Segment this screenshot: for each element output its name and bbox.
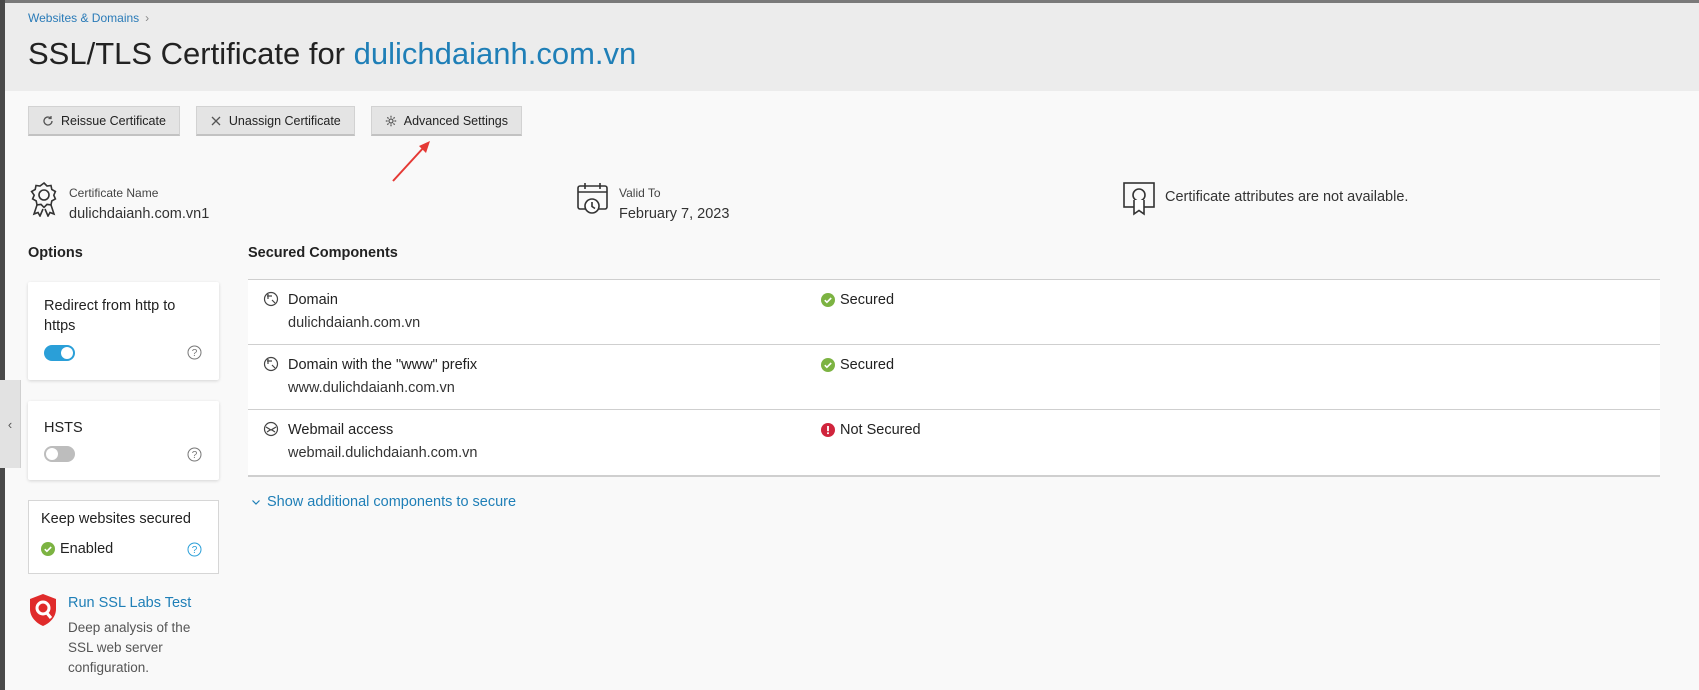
- certificate-attributes-text: Certificate attributes are not available…: [1165, 189, 1409, 205]
- check-circle-icon: [821, 358, 835, 372]
- certificate-name-label: Certificate Name: [69, 186, 159, 200]
- status-badge: Secured: [821, 357, 894, 373]
- svg-text:?: ?: [192, 545, 198, 556]
- page-title: SSL/TLS Certificate for dulichdaianh.com…: [28, 36, 636, 72]
- component-name: Domain: [288, 292, 338, 308]
- redirect-option-card: Redirect from http to https ?: [28, 282, 219, 380]
- error-circle-icon: [821, 423, 835, 437]
- hsts-option-card: HSTS ?: [28, 401, 219, 480]
- valid-to-label: Valid To: [619, 186, 661, 200]
- gear-icon: [385, 115, 396, 126]
- redirect-toggle[interactable]: [44, 345, 75, 361]
- keep-secured-card: Keep websites secured Enabled ?: [28, 500, 219, 574]
- chevron-down-icon: [252, 500, 260, 505]
- status-badge: Secured: [821, 292, 894, 308]
- chevron-right-icon: ›: [145, 11, 150, 25]
- calendar-clock-icon: [577, 183, 608, 214]
- table-row: Webmail access webmail.dulichdaianh.com.…: [248, 410, 1660, 475]
- table-row: Domain dulichdaianh.com.vn Secured: [248, 280, 1660, 345]
- certificate-badge-icon: [30, 181, 57, 217]
- help-icon[interactable]: ?: [187, 542, 202, 557]
- valid-to-value: February 7, 2023: [619, 206, 730, 222]
- check-circle-icon: [821, 293, 835, 307]
- refresh-icon: [43, 115, 53, 126]
- ssl-labs-logo-icon: [30, 594, 56, 626]
- component-host: www.dulichdaianh.com.vn: [288, 380, 455, 396]
- component-host: dulichdaianh.com.vn: [288, 315, 421, 331]
- status-text: Not Secured: [840, 422, 921, 438]
- reissue-certificate-label: Reissue Certificate: [61, 113, 166, 128]
- globe-hand-icon: [263, 291, 279, 307]
- status-text: Secured: [840, 357, 895, 373]
- table-row: Domain with the "www" prefix www.dulichd…: [248, 345, 1660, 410]
- secured-components-heading: Secured Components: [248, 245, 398, 261]
- webmail-icon: [263, 421, 279, 437]
- certificate-name-value: dulichdaianh.com.vn1: [69, 206, 210, 222]
- keep-secured-status-text: Enabled: [60, 541, 114, 557]
- component-name: Domain with the "www" prefix: [288, 357, 478, 373]
- options-heading: Options: [28, 245, 83, 261]
- page-title-prefix: SSL/TLS Certificate for: [28, 36, 346, 71]
- certificate-name-block: Certificate Name dulichdaianh.com.vn1: [28, 181, 209, 222]
- component-name: Webmail access: [288, 422, 394, 438]
- redirect-label: Redirect from http to https: [44, 298, 176, 334]
- component-host: webmail.dulichdaianh.com.vn: [288, 445, 478, 461]
- run-ssl-labs-test-link[interactable]: Run SSL Labs Test: [68, 595, 191, 611]
- sidebar-collapse-button[interactable]: ‹: [0, 380, 21, 468]
- breadcrumb: Websites & Domains ›: [28, 11, 149, 25]
- hsts-label: HSTS: [44, 420, 83, 436]
- page-title-domain: dulichdaianh.com.vn: [353, 36, 637, 71]
- keep-secured-status: Enabled: [41, 541, 113, 557]
- chevron-left-icon: ‹: [7, 416, 13, 432]
- certificate-icon: [1123, 182, 1155, 216]
- hsts-toggle[interactable]: [44, 446, 75, 462]
- status-text: Secured: [840, 292, 895, 308]
- check-circle-icon: [41, 542, 55, 556]
- help-icon[interactable]: ?: [187, 345, 202, 360]
- unassign-certificate-label: Unassign Certificate: [228, 113, 341, 128]
- show-additional-components-label: Show additional components to secure: [267, 494, 517, 510]
- certificate-attributes-block: Certificate attributes are not available…: [1122, 181, 1408, 217]
- unassign-certificate-button[interactable]: Unassign Certificate: [195, 106, 355, 136]
- advanced-settings-label: Advanced Settings: [403, 113, 509, 128]
- status-badge: Not Secured: [821, 422, 921, 438]
- toolbar: Reissue Certificate Unassign Certificate…: [28, 106, 523, 136]
- close-icon: [211, 116, 221, 125]
- breadcrumb-link-websites-domains[interactable]: Websites & Domains: [28, 11, 139, 25]
- help-icon[interactable]: ?: [187, 447, 202, 462]
- left-edge-strip: [0, 0, 5, 690]
- keep-secured-label: Keep websites secured: [41, 511, 191, 527]
- reissue-certificate-button[interactable]: Reissue Certificate: [28, 106, 180, 136]
- show-additional-components-link[interactable]: Show additional components to secure: [251, 494, 516, 510]
- page-header: Websites & Domains › SSL/TLS Certificate…: [5, 3, 1699, 91]
- svg-text:?: ?: [192, 348, 198, 359]
- svg-text:?: ?: [192, 450, 198, 461]
- secured-components-table: Domain dulichdaianh.com.vn Secured Domai…: [248, 279, 1660, 477]
- annotation-arrow: [392, 141, 430, 182]
- valid-to-block: Valid To February 7, 2023: [576, 181, 729, 222]
- advanced-settings-button[interactable]: Advanced Settings: [370, 106, 523, 136]
- ssl-labs-description: Deep analysis of the SSL web server conf…: [68, 620, 191, 675]
- globe-hand-icon: [263, 356, 279, 372]
